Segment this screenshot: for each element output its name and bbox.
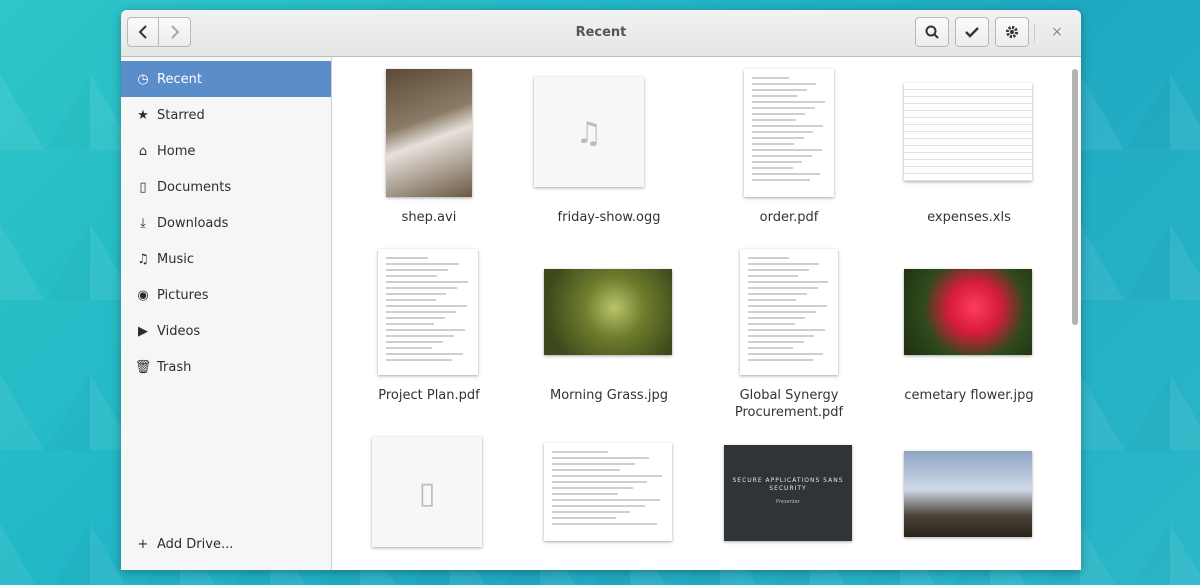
document-thumbnail bbox=[744, 69, 834, 197]
file-name: Project Plan.pdf bbox=[378, 388, 480, 403]
file-name: shep.avi bbox=[401, 210, 457, 225]
header-separator bbox=[1034, 24, 1035, 42]
document-icon: ▯ bbox=[418, 475, 436, 511]
file-grid: shep.avi ♫ friday-show.ogg order.pdf expense… bbox=[332, 57, 1081, 570]
search-icon bbox=[925, 25, 939, 39]
add-drive-button[interactable]: + Add Drive... bbox=[121, 526, 345, 562]
sidebar-item-label: Recent bbox=[157, 71, 202, 87]
music-note-icon: ♫ bbox=[575, 115, 603, 151]
sidebar-item-label: Pictures bbox=[157, 287, 209, 303]
document-text-lines bbox=[552, 451, 664, 533]
clock-icon: ◷ bbox=[137, 71, 149, 87]
music-icon: ♫ bbox=[137, 251, 149, 267]
gear-icon bbox=[1006, 26, 1018, 38]
sidebar-item-pictures[interactable]: ◉ Pictures bbox=[121, 277, 331, 313]
sidebar-item-label: Home bbox=[157, 143, 196, 159]
headerbar: Recent × bbox=[121, 10, 1081, 57]
sidebar-item-label: Documents bbox=[157, 179, 232, 195]
file-name: friday-show.ogg bbox=[557, 210, 661, 225]
sidebar-item-downloads[interactable]: ⤓ Downloads bbox=[121, 205, 331, 241]
file-name: order.pdf bbox=[759, 210, 819, 225]
document-text-lines bbox=[386, 257, 470, 367]
sidebar-item-label: Music bbox=[157, 251, 194, 267]
file-name: cemetary flower.jpg bbox=[904, 388, 1034, 403]
sidebar-item-home[interactable]: ⌂ Home bbox=[121, 133, 331, 169]
document-text-lines bbox=[752, 77, 826, 189]
header-actions bbox=[915, 17, 1029, 47]
star-icon: ★ bbox=[137, 107, 149, 123]
scrollbar[interactable] bbox=[1072, 69, 1078, 325]
home-icon: ⌂ bbox=[138, 143, 148, 159]
image-thumbnail bbox=[544, 269, 672, 355]
spreadsheet-thumbnail bbox=[904, 83, 1032, 181]
image-thumbnail bbox=[904, 451, 1032, 537]
file-name: Morning Grass.jpg bbox=[550, 388, 668, 403]
check-icon bbox=[965, 27, 979, 38]
image-thumbnail bbox=[904, 269, 1032, 355]
sidebar-item-recent[interactable]: ◷ Recent bbox=[121, 61, 331, 97]
trash-icon: 🗑 bbox=[134, 359, 152, 375]
generic-file-thumbnail: ▯ bbox=[372, 437, 482, 547]
sidebar-item-label: Videos bbox=[157, 323, 201, 339]
close-button[interactable]: × bbox=[1047, 22, 1067, 42]
diagram-thumbnail bbox=[544, 443, 672, 541]
camera-icon: ◉ bbox=[137, 287, 149, 303]
sidebar-item-label: Downloads bbox=[157, 215, 229, 231]
plus-icon: + bbox=[137, 536, 149, 552]
sidebar-item-documents[interactable]: ▯ Documents bbox=[121, 169, 331, 205]
document-icon: ▯ bbox=[139, 179, 147, 195]
document-thumbnail bbox=[378, 249, 478, 375]
slide-subtitle: Presenter bbox=[776, 499, 800, 505]
add-drive-label: Add Drive... bbox=[157, 536, 234, 552]
files-window: Recent × ◷ Recent ★ Starred ⌂ Home ▯ Documents ⤓… bbox=[121, 10, 1081, 570]
search-button[interactable] bbox=[915, 17, 949, 47]
sidebar-item-trash[interactable]: 🗑 Trash bbox=[121, 349, 331, 385]
download-icon: ⤓ bbox=[140, 215, 146, 231]
settings-button[interactable] bbox=[995, 17, 1029, 47]
slide-thumbnail: SECURE APPLICATIONS SANS SECURITY Present… bbox=[724, 445, 852, 541]
sidebar-item-label: Trash bbox=[157, 359, 192, 375]
select-button[interactable] bbox=[955, 17, 989, 47]
sidebar: ◷ Recent ★ Starred ⌂ Home ▯ Documents ⤓ Downloads… bbox=[121, 57, 332, 570]
sidebar-item-label: Starred bbox=[157, 107, 205, 123]
sidebar-item-videos[interactable]: ▶ Videos bbox=[121, 313, 331, 349]
video-icon: ▶ bbox=[138, 323, 148, 339]
document-text-lines bbox=[748, 257, 830, 367]
sheet-grid bbox=[904, 83, 1032, 181]
video-thumbnail bbox=[386, 69, 472, 197]
document-thumbnail bbox=[740, 249, 838, 375]
slide-title: SECURE APPLICATIONS SANS SECURITY bbox=[732, 477, 844, 492]
close-icon: × bbox=[1051, 24, 1063, 40]
sidebar-item-music[interactable]: ♫ Music bbox=[121, 241, 331, 277]
file-name: expenses.xls bbox=[927, 210, 1011, 225]
sidebar-item-starred[interactable]: ★ Starred bbox=[121, 97, 331, 133]
file-name: Global Synergy Procurement.pdf bbox=[734, 388, 844, 420]
audio-thumbnail: ♫ bbox=[534, 77, 644, 187]
